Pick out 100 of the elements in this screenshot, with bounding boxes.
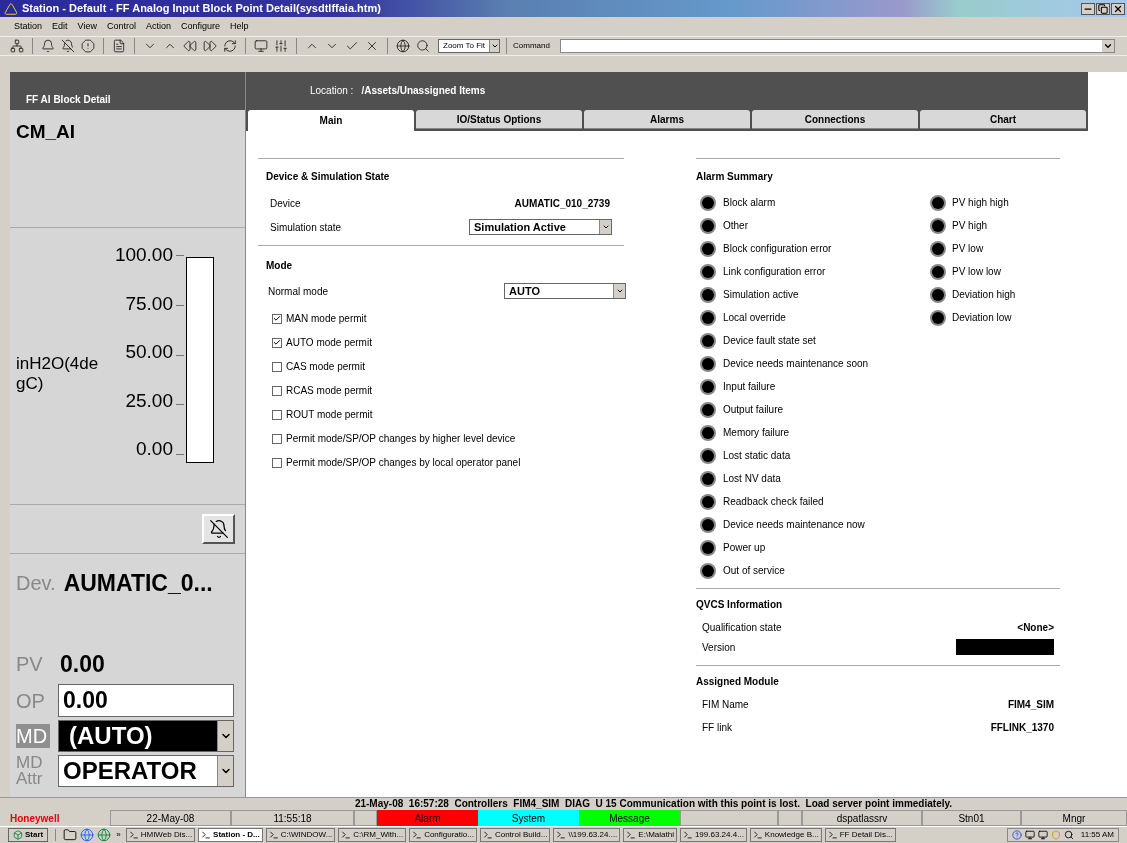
alarm-indicator-icon: [702, 219, 714, 232]
version-field[interactable]: [956, 639, 1054, 655]
bell-off-icon[interactable]: [59, 38, 77, 54]
network-icon[interactable]: [8, 38, 26, 54]
taskbar-item[interactable]: Control Build...: [479, 828, 551, 842]
checkbox[interactable]: [272, 361, 282, 372]
normal-mode-dropdown[interactable]: AUTO: [504, 283, 626, 299]
taskbar-item[interactable]: E:\Malathi: [623, 828, 677, 842]
alarm-indicator-icon: [702, 472, 714, 485]
ff-link-label: FF link: [702, 721, 732, 735]
scale-label: 25.00: [125, 388, 173, 413]
point-name: CM_AI: [16, 121, 76, 142]
more-button[interactable]: »: [114, 829, 123, 841]
section-title: Assigned Module: [696, 675, 780, 689]
folder-icon: [63, 828, 78, 842]
version-label: Version: [702, 640, 736, 655]
alert-icon[interactable]: [79, 38, 97, 54]
alarm-indicator-icon: [702, 265, 714, 278]
back-icon[interactable]: [181, 38, 199, 54]
checkbox[interactable]: [272, 337, 282, 348]
tab[interactable]: Alarms: [584, 110, 750, 129]
ff-link-value: FFLINK_1370: [990, 721, 1054, 735]
pv-label: PV: [16, 651, 44, 677]
restore-button[interactable]: [1096, 2, 1110, 15]
alarm-indicator-icon: [932, 242, 944, 255]
status-time: 11:55:18: [231, 810, 354, 826]
mode-attribute-dropdown[interactable]: OPERATOR: [58, 755, 234, 787]
restore-icon: [1098, 3, 1108, 14]
menu-item[interactable]: Edit: [52, 19, 68, 34]
taskbar-item[interactable]: \\199.63.24....: [553, 828, 621, 842]
permit-label: Permit mode/SP/OP changes by higher level device: [286, 432, 516, 446]
md-attr-label: MD Attr: [16, 755, 44, 787]
tab[interactable]: Connections: [752, 110, 918, 129]
alarm-label: Device fault state set: [723, 334, 816, 348]
minimize-button[interactable]: [1081, 2, 1095, 15]
taskbar-item[interactable]: HMIWeb Dis...: [125, 828, 196, 842]
checkbox[interactable]: [272, 313, 282, 324]
zoom-dropdown[interactable]: Zoom To Fit: [438, 39, 500, 53]
alarm-label: Out of service: [723, 564, 785, 578]
tab[interactable]: Chart: [920, 110, 1086, 129]
brand-label: Honeywell: [9, 811, 61, 826]
checkbox[interactable]: [272, 409, 282, 420]
forward-icon[interactable]: [201, 38, 219, 54]
close-icon: [1113, 3, 1123, 14]
menu-item[interactable]: Help: [229, 19, 249, 34]
menu-item[interactable]: Configure: [180, 19, 220, 34]
search-icon[interactable]: [414, 38, 432, 54]
checkbox[interactable]: [272, 385, 282, 396]
alarm-indicator-icon: [932, 196, 944, 209]
menu-item[interactable]: Station: [14, 19, 43, 34]
mode-dropdown[interactable]: (AUTO): [58, 720, 234, 752]
start-button[interactable]: Start: [8, 828, 49, 842]
refresh-icon[interactable]: [221, 38, 239, 54]
alarm-label: Memory failure: [723, 426, 790, 440]
simulation-dropdown[interactable]: Simulation Active: [469, 219, 612, 235]
menu-item[interactable]: Control: [106, 19, 136, 34]
checkbox[interactable]: [272, 433, 282, 444]
close-button[interactable]: [1111, 2, 1125, 15]
alarm-indicator-icon: [702, 357, 714, 370]
menu-item[interactable]: Action: [145, 19, 171, 34]
status-date: 22-May-08: [110, 810, 231, 826]
checkbox[interactable]: [272, 457, 282, 468]
qualification-value: <None>: [1017, 621, 1054, 635]
status-indicator[interactable]: System: [478, 810, 579, 826]
faceplate-button[interactable]: [202, 514, 235, 544]
sliders-icon[interactable]: [272, 38, 290, 54]
taskbar-item[interactable]: 199.63.24.4...: [679, 828, 747, 842]
monitor-icon[interactable]: [1037, 830, 1048, 840]
taskbar-item[interactable]: Station - D...: [198, 828, 263, 842]
window-title: Station - Default - FF Analog Input Block Point Detail(sysdtlffaia.htm): [22, 1, 381, 17]
window-icon: [412, 830, 423, 840]
window-icon: [682, 830, 693, 840]
taskbar-item[interactable]: C:\WINDOW...: [265, 828, 336, 842]
taskbar-item[interactable]: FF Detail Dis...: [824, 828, 896, 842]
search-icon[interactable]: [1063, 830, 1074, 840]
alarm-label: PV low low: [952, 265, 1001, 279]
fim-label: FIM Name: [702, 698, 749, 712]
op-label: OP: [16, 688, 46, 714]
alarm-label: PV high high: [952, 196, 1009, 210]
taskbar-item[interactable]: C:\RM_With...: [338, 828, 407, 842]
status-indicator[interactable]: Alarm: [377, 810, 478, 826]
alarm-indicator-icon: [702, 495, 714, 508]
location-label: Location :: [310, 83, 354, 98]
monitor-icon[interactable]: [1024, 830, 1035, 840]
alarm-label: Device needs maintenance now: [723, 518, 865, 532]
tab[interactable]: Main: [248, 110, 414, 131]
command-field[interactable]: [559, 39, 1115, 53]
tab[interactable]: IO/Status Options: [416, 110, 582, 129]
alarm-indicator-icon: [702, 288, 714, 301]
window-icon: [341, 830, 352, 840]
status-indicator[interactable]: Message: [579, 810, 680, 826]
alarm-indicator-icon: [702, 403, 714, 416]
qualification-label: Qualification state: [702, 621, 782, 635]
taskbar-item[interactable]: Configuratio...: [409, 828, 477, 842]
op-field[interactable]: 0.00: [58, 684, 234, 717]
menu-item[interactable]: View: [77, 19, 97, 34]
window-icon: [268, 830, 279, 840]
taskbar-item[interactable]: Knowledge B...: [749, 828, 822, 842]
security-level: Mngr: [1021, 810, 1127, 826]
window-icon: [752, 830, 763, 840]
